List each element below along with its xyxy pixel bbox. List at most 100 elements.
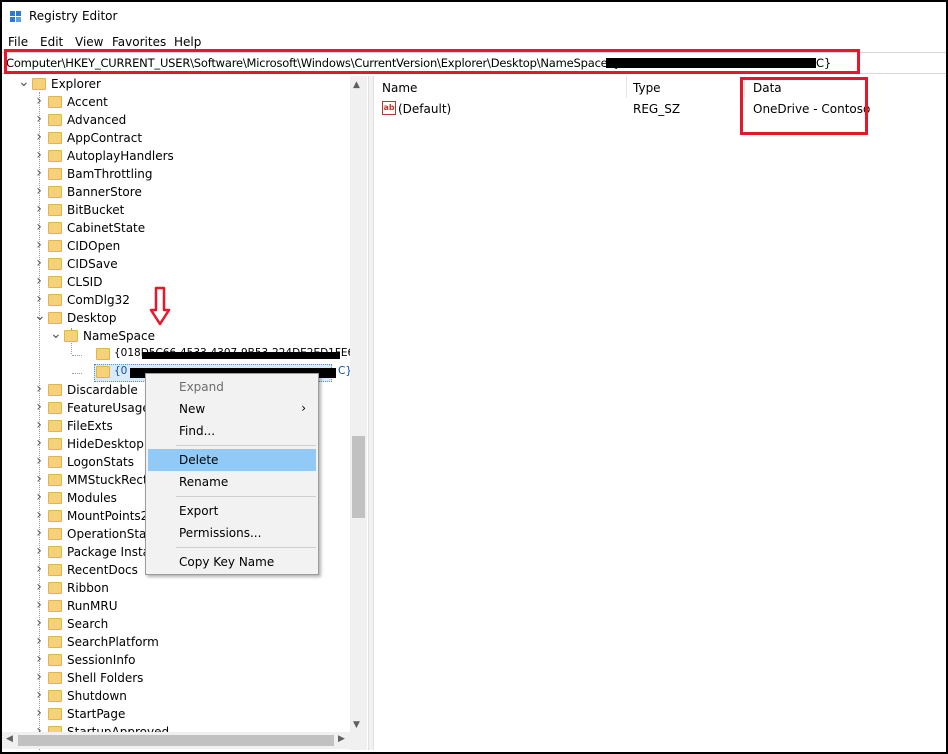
tree-node[interactable]: › AppContract	[2, 129, 350, 148]
menu-help[interactable]: Help	[174, 35, 201, 49]
menu-item-expand[interactable]: Expand	[148, 376, 316, 398]
tree-node[interactable]: › Advanced	[2, 111, 350, 130]
scroll-up-icon[interactable]: ▲	[353, 80, 360, 90]
tree-node-label: NameSpace	[83, 329, 155, 343]
tree-node[interactable]: › CabinetState	[2, 219, 350, 238]
expand-chevron-icon[interactable]: ›	[34, 435, 44, 451]
tree-node[interactable]: › BannerStore	[2, 183, 350, 202]
tree-node[interactable]: › RunMRU	[2, 597, 350, 616]
menu-item-export[interactable]: Export	[148, 500, 316, 522]
tree-node[interactable]: › Accent	[2, 93, 350, 112]
folder-icon	[48, 582, 62, 594]
expand-chevron-icon[interactable]: ›	[34, 525, 44, 541]
value-name[interactable]: (Default)	[398, 102, 451, 116]
column-divider[interactable]	[626, 76, 627, 98]
folder-icon	[48, 294, 62, 306]
menu-item-find[interactable]: Find...	[148, 420, 316, 442]
tree-node[interactable]: › StartPage	[2, 705, 350, 724]
expand-chevron-icon[interactable]: ›	[34, 399, 44, 415]
tree-vertical-scrollbar[interactable]: ▲ ▼	[350, 76, 367, 750]
expand-chevron-icon[interactable]: ›	[34, 183, 44, 199]
expand-chevron-icon[interactable]: ›	[34, 507, 44, 523]
menu-item-copy-key-name[interactable]: Copy Key Name	[148, 551, 316, 573]
menu-item-rename[interactable]: Rename	[148, 471, 316, 493]
tree-node-label: {0	[114, 365, 128, 377]
tree-node[interactable]: › ComDlg32	[2, 291, 350, 310]
expand-chevron-icon[interactable]: ›	[34, 633, 44, 649]
expand-chevron-icon[interactable]: ›	[34, 201, 44, 217]
tree-node[interactable]: › Ribbon	[2, 579, 350, 598]
menu-file[interactable]: File	[8, 35, 28, 49]
tree-node[interactable]: › Search	[2, 615, 350, 634]
expand-chevron-icon[interactable]: ›	[34, 237, 44, 253]
tree-node-label: CIDOpen	[67, 239, 121, 253]
menu-favorites[interactable]: Favorites	[112, 35, 166, 49]
column-header-type[interactable]: Type	[633, 81, 661, 95]
tree-node-label: BamThrottling	[67, 167, 153, 181]
tree-node[interactable]: › CIDSave	[2, 255, 350, 274]
down-arrow-icon	[149, 286, 171, 326]
expand-chevron-icon[interactable]: ›	[34, 381, 44, 397]
folder-icon	[48, 600, 62, 612]
expand-chevron-icon[interactable]: ›	[34, 471, 44, 487]
horizontal-scroll-thumb[interactable]	[18, 735, 334, 746]
expand-chevron-icon[interactable]: ›	[34, 705, 44, 721]
tree-node[interactable]: › AutoplayHandlers	[2, 147, 350, 166]
expand-chevron-icon[interactable]: ›	[34, 93, 44, 109]
expand-chevron-icon[interactable]: ›	[34, 669, 44, 685]
expand-chevron-icon[interactable]: ›	[34, 291, 44, 307]
collapse-chevron-icon[interactable]: ⌄	[18, 76, 30, 90]
expand-chevron-icon[interactable]: ›	[34, 687, 44, 703]
tree-node-label: CIDSave	[67, 257, 118, 271]
menu-view[interactable]: View	[75, 35, 103, 49]
tree-node[interactable]: › CLSID	[2, 273, 350, 292]
tree-node-label: StartPage	[67, 707, 126, 721]
menu-item-new[interactable]: New ›	[148, 398, 316, 420]
tree-node[interactable]: ⌄ Explorer	[2, 76, 350, 94]
tree-node[interactable]: › Shutdown	[2, 687, 350, 706]
expand-chevron-icon[interactable]: ›	[34, 561, 44, 577]
values-list-pane[interactable]: Name Type Data ab (Default) REG_SZ OneDr…	[374, 76, 946, 750]
expand-chevron-icon[interactable]: ›	[34, 651, 44, 667]
scroll-thumb[interactable]	[352, 436, 365, 518]
menu-item-permissions[interactable]: Permissions...	[148, 522, 316, 544]
expand-chevron-icon[interactable]: ›	[34, 129, 44, 145]
expand-chevron-icon[interactable]: ›	[34, 165, 44, 181]
expand-chevron-icon[interactable]: ›	[34, 543, 44, 559]
folder-icon	[48, 636, 62, 648]
folder-icon	[48, 546, 62, 558]
expand-chevron-icon[interactable]: ›	[34, 111, 44, 127]
menu-item-delete[interactable]: Delete	[148, 449, 316, 471]
tree-node[interactable]: ⌄ NameSpace	[2, 326, 350, 346]
scroll-right-icon[interactable]: ▶	[338, 734, 345, 744]
scroll-down-icon[interactable]: ▼	[353, 720, 360, 730]
tree-node[interactable]: › BitBucket	[2, 201, 350, 220]
expand-chevron-icon[interactable]: ›	[34, 489, 44, 505]
tree-node-label: Modules	[67, 491, 117, 505]
menu-edit[interactable]: Edit	[40, 35, 63, 49]
expand-chevron-icon[interactable]: ›	[34, 453, 44, 469]
collapse-chevron-icon[interactable]: ⌄	[34, 308, 46, 324]
tree-node[interactable]: › SessionInfo	[2, 651, 350, 670]
expand-chevron-icon[interactable]: ›	[34, 273, 44, 289]
tree-node[interactable]: › Shell Folders	[2, 669, 350, 688]
expand-chevron-icon[interactable]: ›	[34, 579, 44, 595]
scroll-left-icon[interactable]: ◀	[6, 734, 13, 744]
tree-horizontal-scrollbar[interactable]: ◀ ▶	[2, 732, 350, 749]
folder-icon	[48, 672, 62, 684]
tree-node[interactable]: › CIDOpen	[2, 237, 350, 256]
expand-chevron-icon[interactable]: ›	[34, 255, 44, 271]
expand-chevron-icon[interactable]: ›	[34, 417, 44, 433]
folder-icon	[48, 618, 62, 630]
collapse-chevron-icon[interactable]: ⌄	[50, 326, 62, 342]
column-header-name[interactable]: Name	[382, 81, 417, 95]
tree-node-label: Discardable	[67, 383, 138, 397]
expand-chevron-icon[interactable]: ›	[34, 147, 44, 163]
expand-chevron-icon[interactable]: ›	[34, 597, 44, 613]
expand-chevron-icon[interactable]: ›	[34, 615, 44, 631]
value-type[interactable]: REG_SZ	[633, 102, 680, 116]
tree-node[interactable]: › SearchPlatform	[2, 633, 350, 652]
tree-node[interactable]: › BamThrottling	[2, 165, 350, 184]
redaction-bar	[142, 352, 340, 359]
expand-chevron-icon[interactable]: ›	[34, 219, 44, 235]
